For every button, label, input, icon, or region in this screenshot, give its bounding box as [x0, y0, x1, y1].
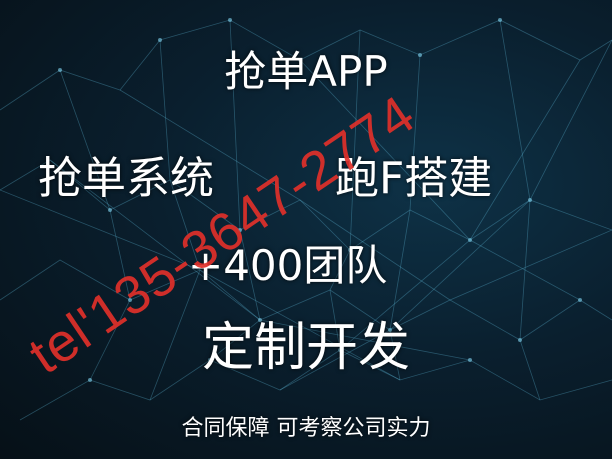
- footer-guarantee: 合同保障 可考察公司实力: [181, 416, 431, 441]
- headline: 抢单APP: [224, 47, 388, 96]
- service-left-text: 抢单系统: [38, 153, 214, 204]
- advertisement-banner: 抢单APP 抢单系统 跑F搭建 +400团队 定制开发 合同保障 可考察公司实力…: [0, 0, 612, 459]
